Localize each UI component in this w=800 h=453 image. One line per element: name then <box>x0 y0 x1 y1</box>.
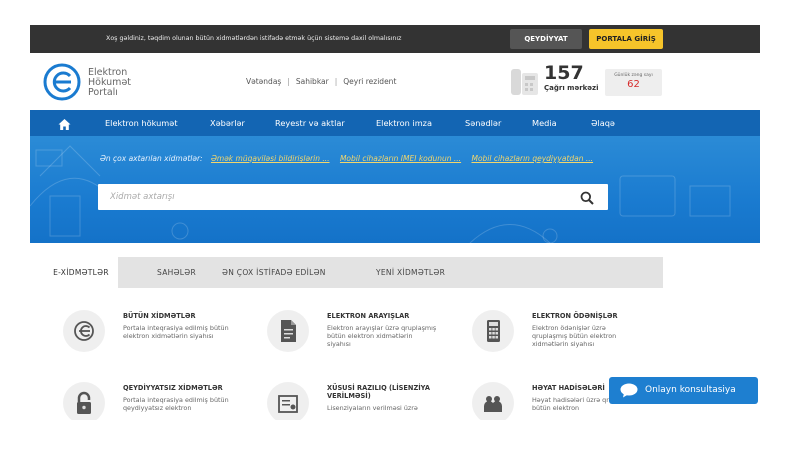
nav-item-media[interactable]: Media <box>532 110 557 136</box>
nav-item-e-signature[interactable]: Elektron imza <box>376 110 432 136</box>
tab-areas[interactable]: SAHƏLƏR <box>157 257 196 288</box>
online-consultation-label: Onlayn konsultasiya <box>645 385 736 395</box>
tab-e-services[interactable]: E-XİDMƏTLƏR <box>44 257 118 288</box>
document-icon <box>267 310 309 352</box>
service-title: ELEKTRON ÖDƏNİŞLƏR <box>532 312 618 320</box>
portal-login-button[interactable]: PORTALA GİRİŞ <box>589 29 663 49</box>
nav-item-registry[interactable]: Reyestr və aktlar <box>275 110 345 136</box>
home-icon[interactable] <box>58 116 71 135</box>
site-header: Elektron Hökumət Portalı Vətəndaş | Sahibk… <box>30 53 760 110</box>
service-description: Elektron arayışlar üzrə qruplaşmış bütün… <box>327 324 437 348</box>
service-description: Portala inteqrasiya edilmiş bütün elektr… <box>123 324 229 340</box>
service-card-all[interactable]: BÜTÜN XİDMƏTLƏR Portala inteqrasiya edil… <box>63 310 263 370</box>
call-center-number[interactable]: 157 <box>544 63 584 83</box>
top-bar: Xoş gəldiniz, təqdim olunan bütün xidmət… <box>30 25 760 53</box>
popular-link[interactable]: Mobil cihazların qeydiyyatdan ... <box>471 154 593 163</box>
nav-item-contact[interactable]: Əlaqə <box>591 110 615 136</box>
tab-most-used[interactable]: ƏN ÇOX İSTİFADƏ EDİLƏN <box>222 257 326 288</box>
welcome-message: Xoş gəldiniz, təqdim olunan bütün xidmət… <box>106 35 402 42</box>
service-title: BÜTÜN XİDMƏTLƏR <box>123 312 196 320</box>
service-description: Elektron ödənişlər üzrə qruplaşmış bütün… <box>532 324 617 348</box>
nav-item-e-government[interactable]: Elektron hökumət <box>105 110 178 136</box>
main-nav: Elektron hökumət Xəbərlər Reyestr və akt… <box>30 110 760 136</box>
tab-new-services[interactable]: YENİ XİDMƏTLƏR <box>376 257 445 288</box>
service-title: QEYDİYYATSIZ XİDMƏTLƏR <box>123 384 223 392</box>
certificate-icon <box>267 382 309 420</box>
popular-link[interactable]: Əmək müqaviləsi bildirişlərin ... <box>211 154 330 163</box>
phone-icon <box>510 67 540 103</box>
hero-banner: Ən çox axtarılan xidmətlər: Əmək müqavil… <box>30 136 760 243</box>
online-consultation-button[interactable]: Onlayn konsultasiya <box>609 377 758 404</box>
nav-item-documents[interactable]: Sənədlər <box>465 110 501 136</box>
portal-logo-icon[interactable] <box>42 62 82 106</box>
user-type-links: Vətəndaş | Sahibkar | Qeyri rezident <box>246 77 397 86</box>
daily-calls-count: 62 <box>627 79 640 90</box>
daily-calls-box: Günlük zəng sayı 62 <box>605 69 662 96</box>
calculator-icon <box>472 310 514 352</box>
family-icon <box>472 382 514 420</box>
service-card-e-references[interactable]: ELEKTRON ARAYIŞLAR Elektron arayışlar üz… <box>267 310 467 370</box>
user-type-entrepreneur[interactable]: Sahibkar <box>296 77 329 86</box>
popular-searches-label: Ən çox axtarılan xidmətlər: <box>100 154 203 163</box>
browser-viewport: Xoş gəldiniz, təqdim olunan bütün xidmət… <box>30 25 760 420</box>
e-logo-icon <box>63 310 105 352</box>
service-search-input[interactable] <box>98 184 580 210</box>
search-icon[interactable] <box>580 190 594 209</box>
user-type-non-resident[interactable]: Qeyri rezident <box>343 77 396 86</box>
service-description: Lisenziyaların verilməsi üzrə <box>327 404 418 412</box>
service-card-e-payments[interactable]: ELEKTRON ÖDƏNİŞLƏR Elektron ödənişlər üz… <box>472 310 672 370</box>
service-description: Portala inteqrasiya edilmiş bütün qeydiy… <box>123 396 229 412</box>
user-type-citizen[interactable]: Vətəndaş <box>246 77 281 86</box>
popular-searches: Ən çox axtarılan xidmətlər: Əmək müqavil… <box>100 154 601 163</box>
tab-panel: BÜTÜN XİDMƏTLƏR Portala inteqrasiya edil… <box>44 288 663 420</box>
service-card-licensing[interactable]: XÜSUSİ RAZILIQ (LİSENZİYA VERİLMƏSİ) Lis… <box>267 382 467 420</box>
register-button[interactable]: QEYDİYYAT <box>510 29 582 49</box>
service-search-box <box>98 184 608 210</box>
nav-item-news[interactable]: Xəbərlər <box>210 110 245 136</box>
portal-logo-text[interactable]: Elektron Hökumət Portalı <box>88 68 131 98</box>
services-tabs: E-XİDMƏTLƏR SAHƏLƏR ƏN ÇOX İSTİFADƏ EDİL… <box>44 257 663 420</box>
chat-bubble-icon <box>620 383 638 410</box>
daily-calls-label: Günlük zəng sayı <box>614 73 653 78</box>
logo-line: Portalı <box>88 87 118 98</box>
service-title: XÜSUSİ RAZILIQ (LİSENZİYA VERİLMƏSİ) <box>327 384 430 400</box>
call-center-label: Çağrı mərkəzi <box>544 84 599 92</box>
lock-icon <box>63 382 105 420</box>
tab-bar: E-XİDMƏTLƏR SAHƏLƏR ƏN ÇOX İSTİFADƏ EDİL… <box>44 257 663 288</box>
service-title: ELEKTRON ARAYIŞLAR <box>327 312 410 320</box>
popular-link[interactable]: Mobil cihazların IMEI kodunun ... <box>340 154 461 163</box>
service-card-no-registration[interactable]: QEYDİYYATSIZ XİDMƏTLƏR Portala inteqrasi… <box>63 382 263 420</box>
